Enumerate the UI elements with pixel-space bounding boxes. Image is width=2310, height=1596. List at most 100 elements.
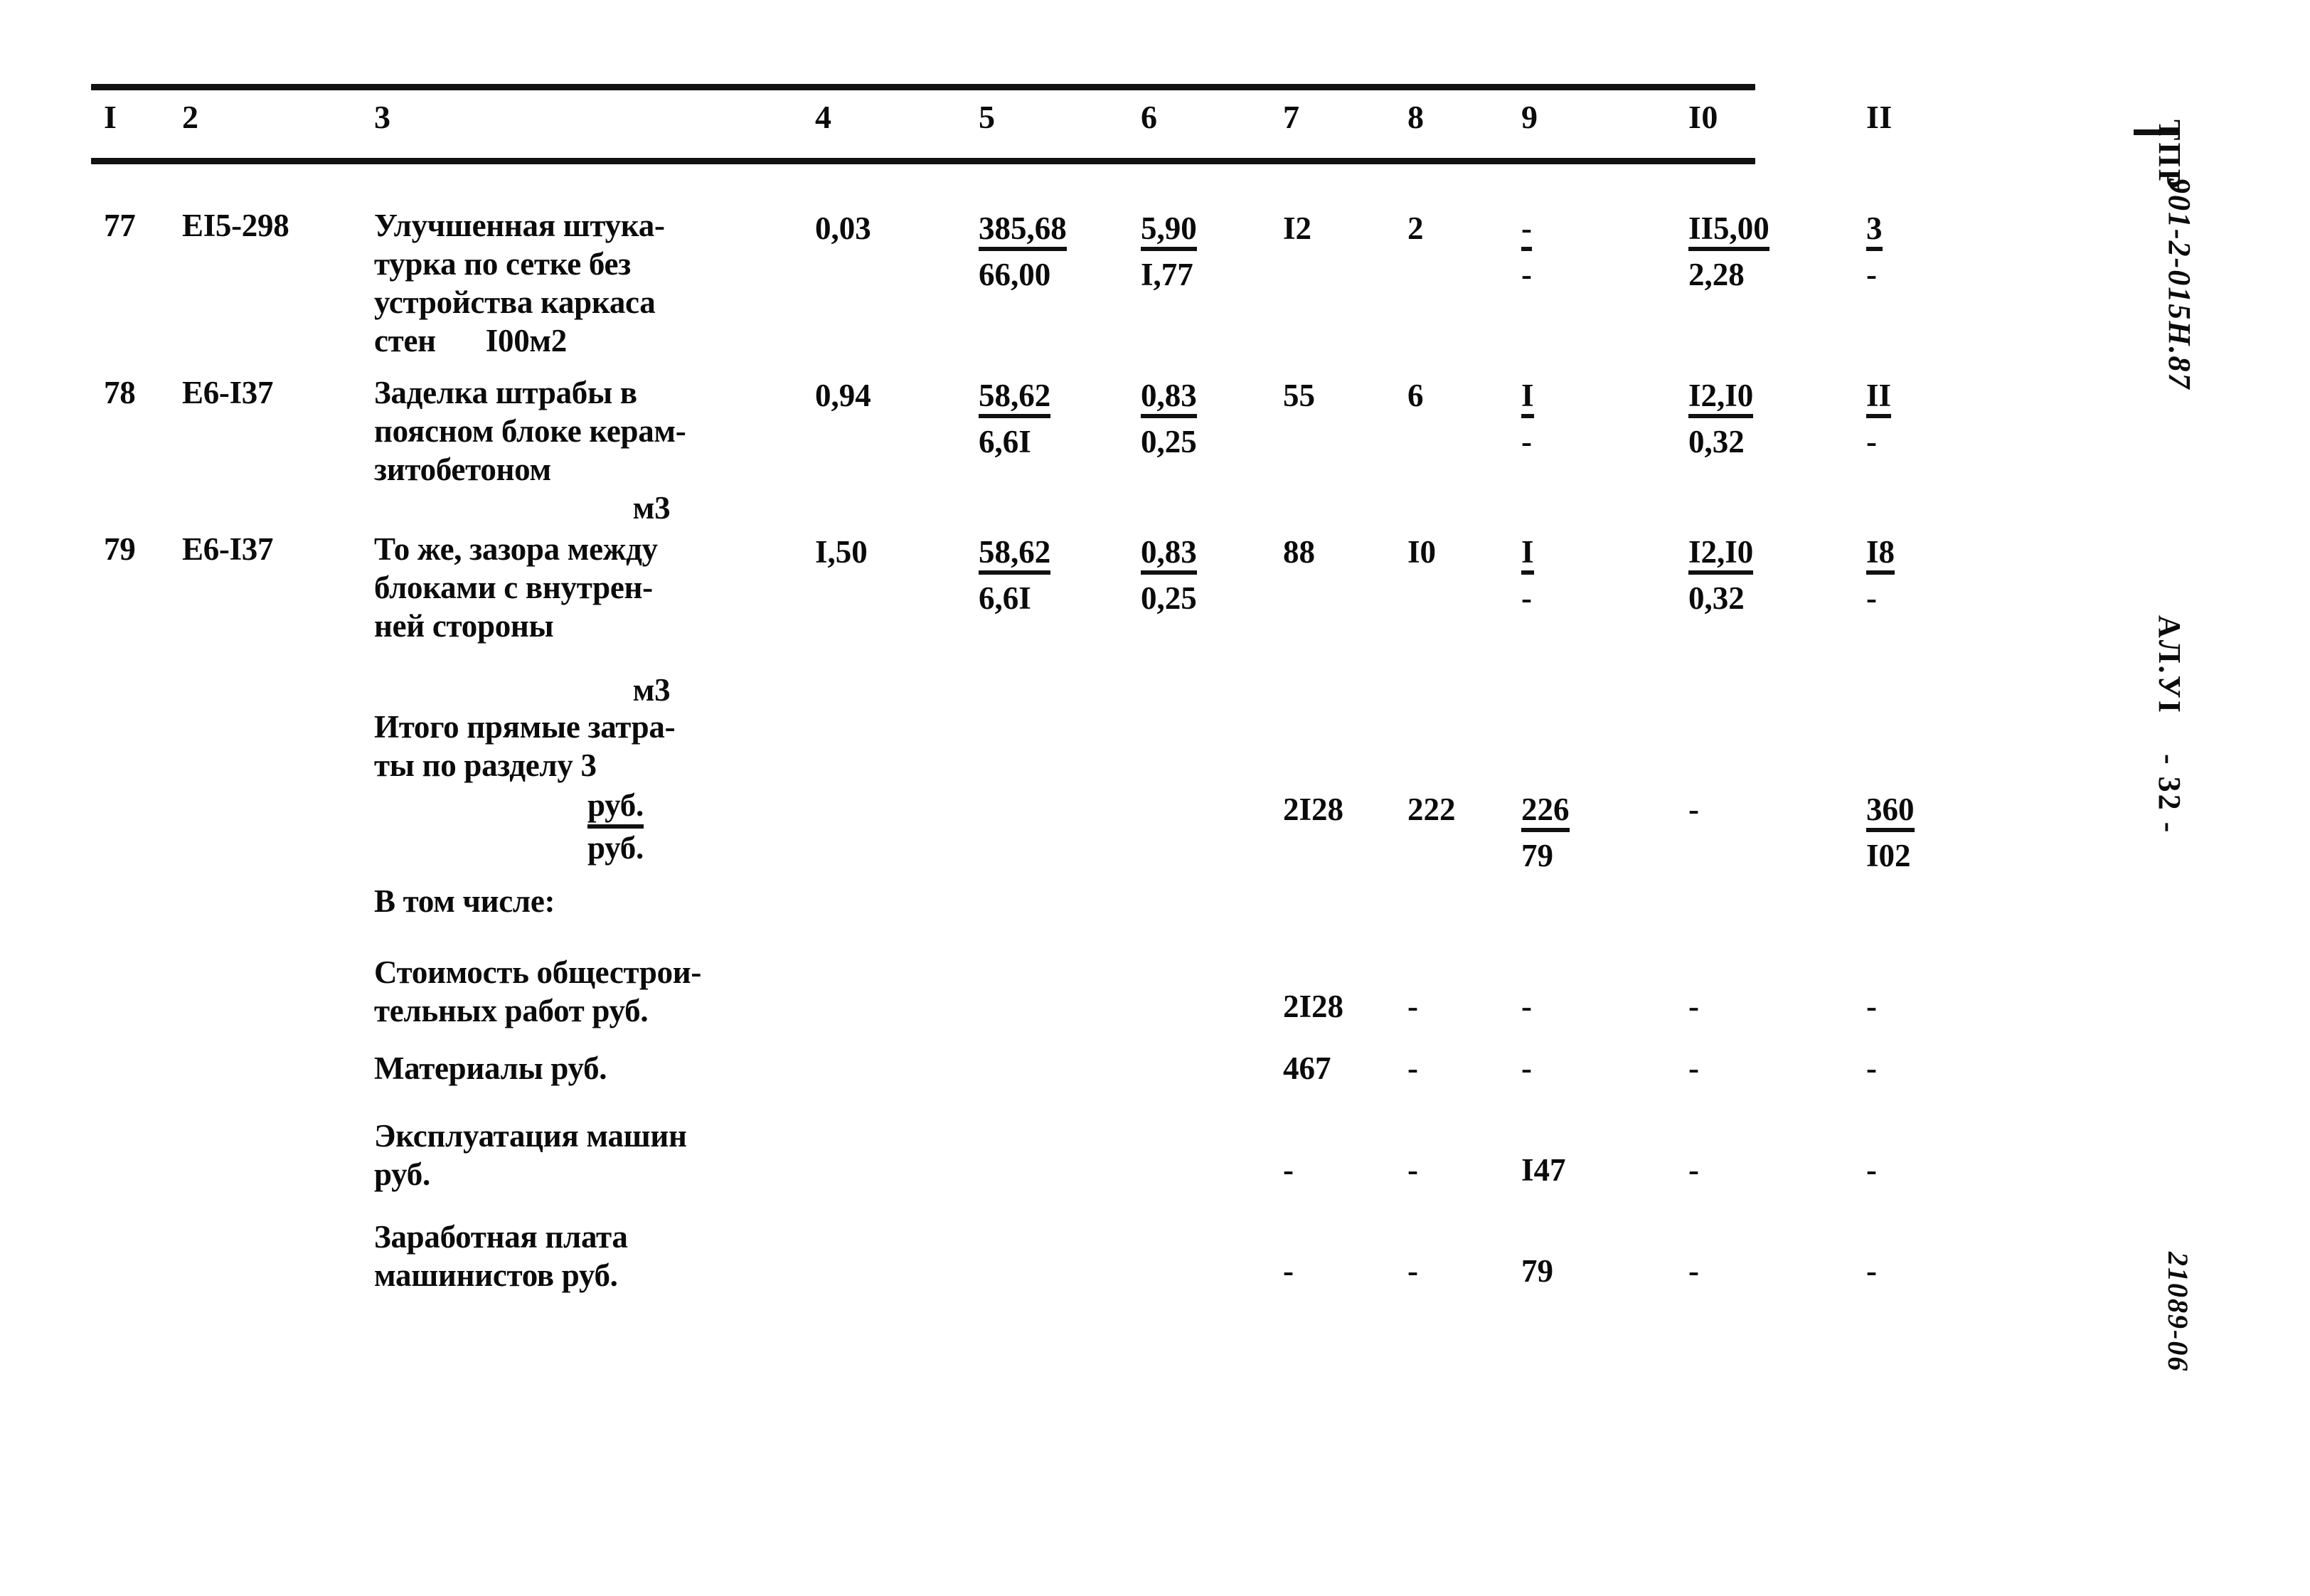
row-number: 77 (104, 208, 136, 243)
machine-cost: - (1521, 989, 1532, 1024)
total-hours: 3- (1866, 206, 1994, 295)
labor-cost: 0,83 0,25 (1141, 373, 1283, 462)
row-number: 79 (104, 531, 136, 567)
description-text: Заделка штрабы в поясном блоке керам- зи… (374, 375, 686, 487)
sub-label: Стоимость общестрои- тельных работ руб. (374, 953, 815, 1030)
total-hours-bot: - (1866, 257, 1877, 292)
total-unit-top: руб. (587, 786, 644, 829)
total-wages: - (1407, 1050, 1418, 1086)
labor-cost-top: 0,83 (1141, 378, 1197, 418)
sub-label: Эксплуатация машин руб. (374, 1117, 815, 1193)
total-hours: - (1866, 989, 1877, 1024)
column-header-2: 2 (182, 99, 199, 135)
labor-hours-top: I2,I0 (1688, 534, 1754, 575)
labor-cost-bot: 0,25 (1141, 580, 1197, 616)
unit-of-measure: I00м2 (485, 323, 567, 358)
total-wages: - (1407, 1152, 1418, 1188)
total-wages: - (1407, 1253, 1418, 1289)
side-page-text: - 32 - (2152, 754, 2187, 835)
sub-label: Материалы руб. (374, 1049, 815, 1087)
table-header-rule (91, 158, 1755, 164)
total-hours: 360 I02 (1866, 708, 1994, 876)
unit-cost: 58,62 6,6I (979, 373, 1141, 462)
labor-cost: 0,83 0,25 (1141, 530, 1283, 619)
column-header-10: I0 (1688, 99, 1718, 135)
total-cost: 2I28 (1283, 792, 1344, 827)
side-document-code: 901-2-015Н.87 (2161, 178, 2198, 390)
total-cost: 467 (1283, 1050, 1331, 1086)
table-row: 79 Е6-I37 То же, зазора между блоками с … (91, 530, 1994, 709)
quantity: 0,94 (815, 378, 871, 413)
labor-hours-bot: 0,32 (1688, 424, 1745, 459)
machine-cost: I- (1521, 373, 1688, 462)
sub-label: Заработная плата машинистов руб. (374, 1218, 815, 1294)
table-row-sub: Эксплуатация машин руб. - - I47 - - (91, 1117, 1994, 1193)
total-wages: I0 (1407, 534, 1437, 570)
side-code-text: 901-2-015Н.87 (2162, 178, 2197, 390)
side-page-number: - 32 - (2151, 754, 2188, 834)
table-row-total: Итого прямые затра- ты по разделу 3 руб.… (91, 708, 1994, 876)
unit-cost-top: 58,62 (979, 534, 1051, 575)
unit-cost-top: 385,68 (979, 211, 1067, 251)
labor-hours-bot: 0,32 (1688, 580, 1745, 616)
description-text: То же, зазора между блоками с внутрен- н… (374, 531, 658, 644)
labor-hours: I2,I0 0,32 (1688, 530, 1866, 619)
labor-hours: - (1688, 989, 1699, 1024)
total-cost: 55 (1283, 378, 1315, 413)
machine-cost: 226 79 (1521, 708, 1688, 876)
total-hours-top: II (1866, 378, 1892, 418)
norm-code: ЕI5-298 (182, 208, 289, 243)
labor-hours-top: I2,I0 (1688, 378, 1754, 418)
machine-cost: I- (1521, 530, 1688, 619)
unit-cost: 58,62 6,6I (979, 530, 1141, 619)
total-label: Итого прямые затра- ты по разделу 3 руб.… (374, 708, 815, 867)
total-hours-bot: - (1866, 580, 1877, 616)
unit-cost-bot: 6,6I (979, 424, 1031, 459)
total-cost: I2 (1283, 211, 1312, 246)
total-hours-top: 360 (1866, 792, 1915, 832)
norm-code: Е6-I37 (182, 531, 274, 567)
table-row-sub: Материалы руб. 467 - - - - (91, 1049, 1994, 1087)
labor-hours: - (1688, 1253, 1699, 1289)
machine-cost: I47 (1521, 1152, 1566, 1188)
labor-cost-bot: 0,25 (1141, 424, 1197, 459)
table-row-subheading: В том числе: (91, 882, 815, 920)
total-hours-bot: I02 (1866, 838, 1911, 873)
total-hours: - (1866, 1050, 1877, 1086)
unit-cost: 385,68 66,00 (979, 206, 1141, 295)
total-hours: - (1866, 1152, 1877, 1188)
unit-cost-top: 58,62 (979, 378, 1051, 418)
table-row-sub: Заработная плата машинистов руб. - - 79 … (91, 1218, 1994, 1294)
column-header-9: 9 (1521, 99, 1538, 135)
work-description: То же, зазора между блоками с внутрен- н… (374, 530, 815, 709)
total-cost: 88 (1283, 534, 1315, 570)
total-wages: 6 (1407, 378, 1424, 413)
machine-cost-top: 226 (1521, 792, 1570, 832)
machine-cost-top: I (1521, 534, 1534, 575)
machine-cost: -- (1521, 206, 1688, 295)
labor-cost-bot: I,77 (1141, 257, 1193, 292)
norm-code: Е6-I37 (182, 375, 274, 410)
table-row: 77 ЕI5-298 Улучшенная штука- турка по се… (91, 206, 1994, 360)
machine-cost-top: I (1521, 378, 1534, 418)
column-header-6: 6 (1141, 99, 1158, 135)
machine-cost-bot: - (1521, 257, 1532, 292)
machine-cost-top: - (1521, 211, 1532, 251)
table-column-headers: I 2 3 4 5 6 7 8 9 I0 II (91, 95, 1994, 139)
total-wages: 2 (1407, 211, 1424, 246)
machine-cost-bot: - (1521, 424, 1532, 459)
column-header-1: I (104, 99, 117, 135)
unit-cost-bot: 6,6I (979, 580, 1031, 616)
total-wages: - (1407, 989, 1418, 1024)
column-header-4: 4 (815, 99, 832, 135)
total-label-text: Итого прямые затра- ты по разделу 3 (374, 709, 676, 783)
unit-of-measure: м3 (632, 672, 671, 708)
total-wages: 222 (1407, 792, 1456, 827)
machine-cost-bot: - (1521, 580, 1532, 616)
labor-hours: - (1688, 1152, 1699, 1188)
column-header-8: 8 (1407, 99, 1425, 135)
quantity: 0,03 (815, 211, 871, 246)
machine-cost: 79 (1521, 1253, 1553, 1289)
side-album-text: АЛ.УI (2152, 615, 2187, 715)
total-unit-bot: руб. (587, 830, 644, 866)
